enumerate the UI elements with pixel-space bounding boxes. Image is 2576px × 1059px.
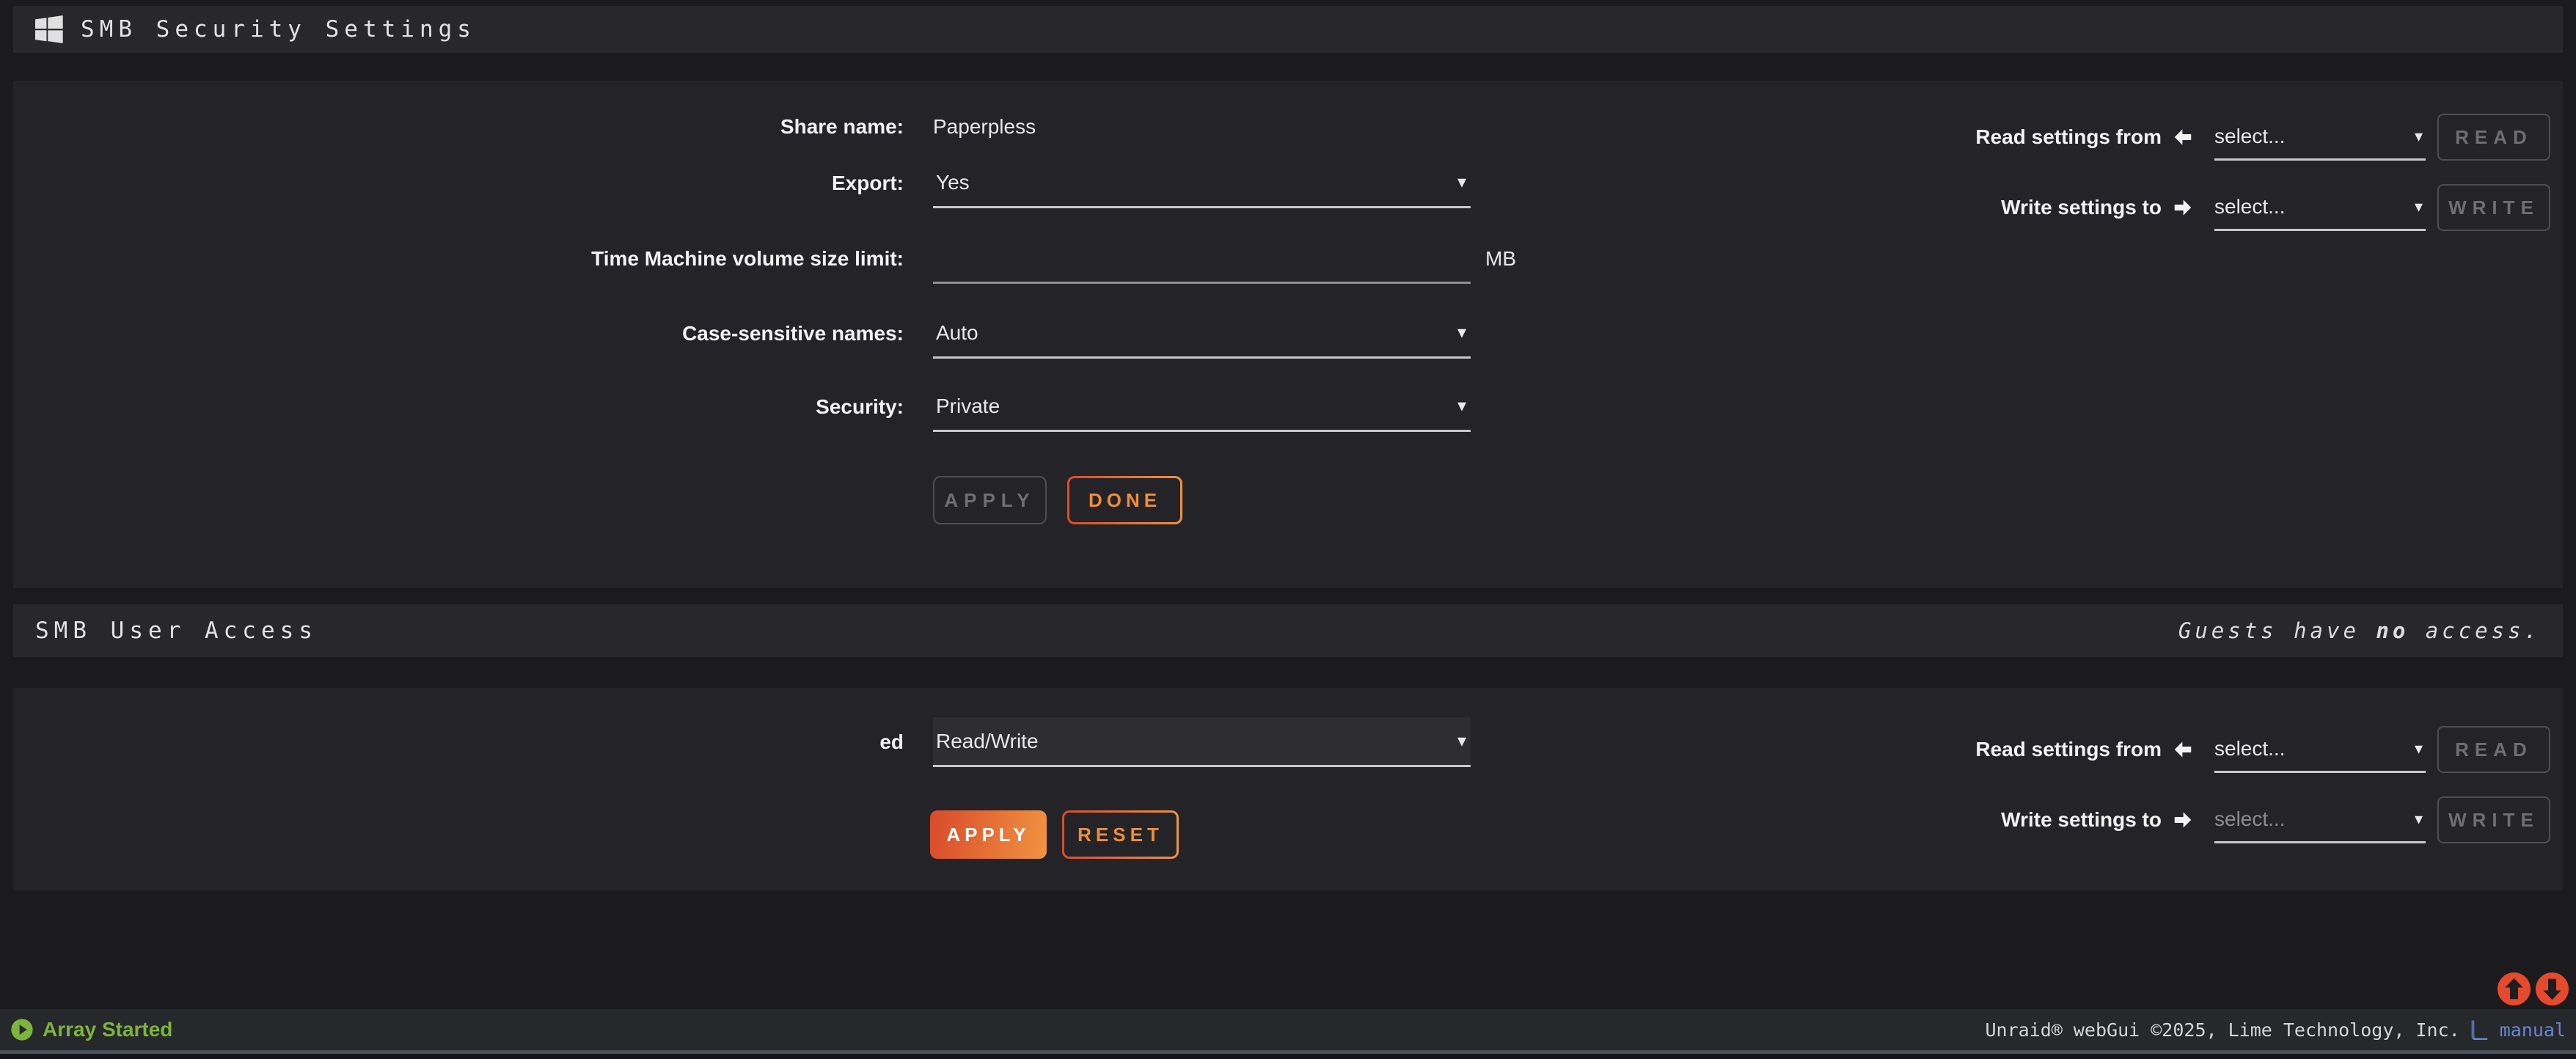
security-select[interactable]: Private ▾ (933, 382, 1471, 432)
scroll-to-bottom-button[interactable] (2535, 972, 2569, 1006)
user-ed-access-value: Read/Write (933, 730, 1039, 753)
share-name-value: Paperpless (933, 102, 1036, 152)
read-settings-row: Read settings from select... ▾ READ (1975, 726, 2550, 773)
security-label: Security: (13, 382, 904, 432)
user-ed-access-select[interactable]: Read/Write ▾ (933, 717, 1471, 767)
read-settings-label-wrap: Read settings from (1975, 125, 2194, 149)
dropdown-arrow-icon: ▾ (1457, 322, 1471, 343)
dropdown-arrow-icon: ▾ (1457, 730, 1471, 752)
write-button[interactable]: WRITE (2437, 184, 2550, 231)
case-sensitive-select-value: Auto (933, 321, 978, 345)
read-source-select[interactable]: select... ▾ (2214, 726, 2426, 773)
security-select-value: Private (933, 395, 1000, 418)
export-select[interactable]: Yes ▾ (933, 158, 1471, 208)
read-settings-label: Read settings from (1975, 738, 2162, 761)
write-settings-label-wrap: Write settings to (2001, 196, 2194, 219)
dropdown-arrow-icon: ▾ (2415, 197, 2426, 216)
apply-button[interactable]: APPLY (930, 810, 1047, 859)
dropdown-arrow-icon: ▾ (2415, 739, 2426, 758)
array-status: Array Started (10, 1018, 172, 1041)
page-title: SMB Security Settings (81, 16, 476, 43)
read-button[interactable]: READ (2437, 114, 2550, 161)
time-machine-input-wrap (933, 234, 1471, 284)
export-select-value: Yes (933, 171, 970, 194)
copyright-text: Unraid® webGui ©2025, Lime Technology, I… (1985, 1019, 2459, 1041)
case-sensitive-select[interactable]: Auto ▾ (933, 309, 1471, 359)
read-source-select[interactable]: select... ▾ (2214, 114, 2426, 161)
write-settings-label-wrap: Write settings to (2001, 808, 2194, 832)
book-icon (2470, 1019, 2489, 1040)
write-button[interactable]: WRITE (2437, 796, 2550, 843)
section-title: SMB User Access (35, 618, 318, 644)
write-settings-row: Write settings to select... ▾ WRITE (2001, 184, 2550, 231)
window-bottom-edge (0, 1050, 2576, 1059)
smb-security-settings-page: SMB Security Settings Share name: Paperp… (0, 0, 2576, 1059)
apply-button[interactable]: APPLY (933, 476, 1047, 524)
dropdown-arrow-icon: ▾ (1457, 172, 1471, 193)
array-status-text: Array Started (43, 1018, 172, 1041)
arrow-right-icon (2172, 197, 2194, 219)
write-target-select[interactable]: select... ▾ (2214, 796, 2426, 843)
write-target-select[interactable]: select... ▾ (2214, 184, 2426, 231)
dropdown-arrow-icon: ▾ (2415, 810, 2426, 829)
arrow-left-icon (2172, 739, 2194, 761)
time-machine-unit: MB (1485, 234, 1516, 284)
done-button[interactable]: DONE (1067, 476, 1182, 524)
reset-button[interactable]: RESET (1062, 810, 1179, 859)
smb-user-access-panel: ed Read/Write ▾ APPLY RESET Read setting… (13, 688, 2563, 890)
footer-copyright-area: Unraid® webGui ©2025, Lime Technology, I… (1985, 1019, 2566, 1041)
dropdown-arrow-icon: ▾ (1457, 395, 1471, 417)
windows-icon (35, 15, 63, 43)
share-name-label: Share name: (13, 102, 904, 152)
footer-bar: Array Started Unraid® webGui ©2025, Lime… (0, 1009, 2576, 1050)
time-machine-size-input[interactable] (933, 236, 1471, 280)
guests-note: Guests have no access. (2178, 618, 2541, 643)
read-settings-label: Read settings from (1975, 125, 2162, 149)
dropdown-arrow-icon: ▾ (2415, 127, 2426, 146)
write-settings-row: Write settings to select... ▾ WRITE (2001, 796, 2550, 843)
write-settings-label: Write settings to (2001, 808, 2162, 832)
section-header-smb-user-access: SMB User Access Guests have no access. (13, 604, 2563, 657)
time-machine-limit-label: Time Machine volume size limit: (13, 234, 904, 284)
manual-link[interactable]: manual (2500, 1019, 2566, 1041)
export-label: Export: (13, 158, 904, 208)
play-circle-icon (10, 1018, 34, 1041)
arrow-right-icon (2172, 809, 2194, 831)
read-settings-label-wrap: Read settings from (1975, 738, 2194, 761)
scroll-to-top-button[interactable] (2497, 972, 2531, 1006)
arrow-left-icon (2172, 126, 2194, 148)
user-ed-label: ed (13, 717, 904, 767)
case-sensitive-label: Case-sensitive names: (13, 309, 904, 359)
write-settings-label: Write settings to (2001, 196, 2162, 219)
read-button[interactable]: READ (2437, 726, 2550, 773)
smb-security-form-panel: Share name: Paperpless Export: Yes ▾ Tim… (13, 81, 2563, 588)
read-settings-row: Read settings from select... ▾ READ (1975, 114, 2550, 161)
section-header-smb-security: SMB Security Settings (13, 6, 2563, 53)
